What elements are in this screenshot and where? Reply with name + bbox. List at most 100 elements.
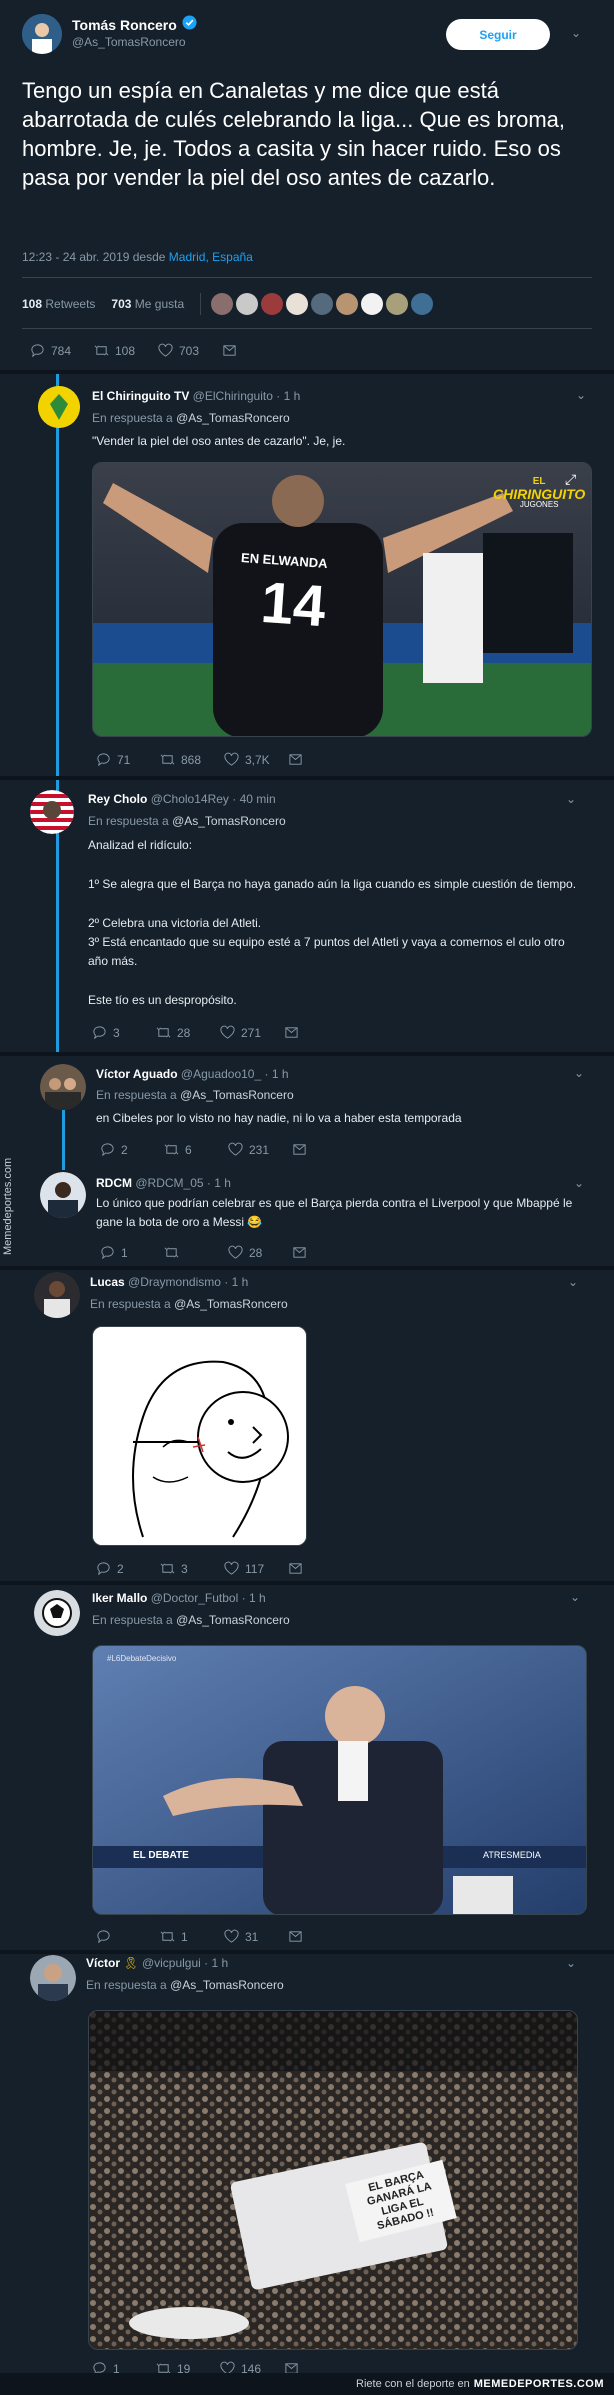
reply-handle[interactable]: @Doctor_Futbol [151, 1591, 239, 1605]
reply-name[interactable]: Iker Mallo [92, 1591, 147, 1605]
liker-avatars[interactable] [211, 293, 434, 315]
follow-button[interactable]: Seguir [446, 19, 550, 50]
footer-watermark: Riete con el deporte en MEMEDEPORTES.COM [0, 2373, 614, 2395]
chevron-down-icon[interactable]: ⌄ [576, 388, 586, 402]
reply-button[interactable]: 3 [92, 1025, 156, 1040]
reply-header: Víctor Aguado @Aguadoo10_ · 1 h [96, 1067, 289, 1081]
reply-handle[interactable]: @ElChiringuito [193, 389, 273, 403]
like-button[interactable]: 117 [224, 1561, 288, 1576]
reply-to-handle[interactable]: @As_TomasRoncero [170, 1978, 284, 1992]
reply-image-meme[interactable] [92, 1326, 307, 1546]
reply-time[interactable]: · 1 h [204, 1956, 228, 1970]
reply-name[interactable]: Víctor [86, 1956, 120, 1970]
retweet-button[interactable]: 28 [156, 1025, 220, 1040]
reply-name[interactable]: El Chiringuito TV [92, 389, 189, 403]
reply-to-handle[interactable]: @As_TomasRoncero [180, 1088, 294, 1102]
envelope-icon [289, 1563, 302, 1574]
like-button[interactable]: 31 [224, 1929, 288, 1944]
expand-icon[interactable]: ⤢ [565, 471, 583, 489]
like-button[interactable]: 28 [228, 1245, 292, 1260]
dm-button[interactable] [222, 343, 286, 358]
reply-button[interactable]: 2 [100, 1142, 164, 1157]
reply-image-debate[interactable]: #L6DebateDecisivo EL DEBATE ATRESMEDIA [92, 1645, 587, 1915]
reply-button[interactable]: 2 [96, 1561, 160, 1576]
chevron-down-icon[interactable]: ⌄ [566, 1956, 576, 1970]
reply-time[interactable]: · 1 h [265, 1067, 289, 1081]
main-handle[interactable]: @As_TomasRoncero [72, 35, 186, 49]
retweet-button[interactable]: 868 [160, 752, 224, 767]
reply-button[interactable] [96, 1929, 160, 1944]
reply-avatar[interactable] [34, 1272, 80, 1318]
dm-button[interactable] [288, 1561, 352, 1576]
reply-time[interactable]: · 40 min [232, 792, 275, 806]
reply-handle[interactable]: @Cholo14Rey [151, 792, 229, 806]
reply-handle[interactable]: @vicpulgui [142, 1956, 201, 1970]
dm-button[interactable] [292, 1245, 356, 1260]
main-name[interactable]: Tomás Roncero [72, 17, 177, 33]
dm-button[interactable] [292, 1142, 356, 1157]
reply-to-handle[interactable]: @As_TomasRoncero [174, 1297, 288, 1311]
retweets-stat[interactable]: 108 Retweets [22, 297, 95, 311]
chevron-down-icon[interactable]: ⌄ [571, 26, 581, 40]
reply-name[interactable]: Lucas [90, 1275, 125, 1289]
dm-button[interactable] [288, 752, 352, 767]
main-location[interactable]: Madrid, España [169, 250, 253, 264]
heart-icon [224, 1561, 239, 1575]
retweet-button[interactable] [164, 1245, 228, 1260]
reply-avatar[interactable] [40, 1064, 86, 1110]
chevron-down-icon[interactable]: ⌄ [568, 1275, 578, 1289]
reply-to-handle[interactable]: @As_TomasRoncero [176, 1613, 290, 1627]
reply-time[interactable]: · 1 h [242, 1591, 266, 1605]
reply-to-line: En respuesta a @As_TomasRoncero [92, 1613, 290, 1627]
retweet-icon [156, 1027, 171, 1038]
reply-handle[interactable]: @Aguadoo10_ [181, 1067, 261, 1081]
reply-avatar[interactable] [34, 1590, 80, 1636]
like-button[interactable]: 271 [220, 1025, 284, 1040]
reply-time[interactable]: · 1 h [276, 389, 300, 403]
reply-name[interactable]: RDCM [96, 1176, 132, 1190]
reply-to-handle[interactable]: @As_TomasRoncero [176, 411, 290, 425]
reply-name[interactable]: Víctor Aguado [96, 1067, 178, 1081]
retweet-button[interactable]: 108 [94, 343, 158, 358]
dm-button[interactable] [288, 1929, 352, 1944]
heart-icon [228, 1245, 243, 1259]
retweet-button[interactable]: 1 [160, 1929, 224, 1944]
chevron-down-icon[interactable]: ⌄ [566, 792, 576, 806]
like-button[interactable]: 3,7K [224, 752, 288, 767]
reply-to-line: En respuesta a @As_TomasRoncero [88, 814, 286, 828]
reply-handle[interactable]: @Draymondismo [128, 1275, 221, 1289]
reply-to-handle[interactable]: @As_TomasRoncero [172, 814, 286, 828]
reply-icon [97, 1930, 110, 1944]
divider [22, 277, 592, 278]
chevron-down-icon[interactable]: ⌄ [574, 1066, 584, 1080]
chevron-down-icon[interactable]: ⌄ [574, 1176, 584, 1190]
reply-handle[interactable]: @RDCM_05 [135, 1176, 203, 1190]
like-button[interactable]: 231 [228, 1142, 292, 1157]
reply-to-line: En respuesta a @As_TomasRoncero [90, 1297, 288, 1311]
reply-button[interactable]: 71 [96, 752, 160, 767]
reply-avatar[interactable] [30, 790, 74, 834]
reply-header: Iker Mallo @Doctor_Futbol · 1 h [92, 1591, 266, 1605]
reply-time[interactable]: · 1 h [224, 1275, 248, 1289]
chevron-down-icon[interactable]: ⌄ [570, 1590, 580, 1604]
verified-badge-icon [182, 15, 197, 35]
retweet-button[interactable]: 6 [164, 1142, 228, 1157]
reply-icon [101, 1143, 114, 1157]
main-avatar[interactable] [22, 14, 62, 54]
reply-button[interactable]: 1 [100, 1245, 164, 1260]
retweet-icon [160, 754, 175, 765]
retweet-button[interactable]: 3 [160, 1561, 224, 1576]
dm-button[interactable] [284, 1025, 348, 1040]
reply-actions: 1 28 [100, 1245, 356, 1260]
envelope-icon [223, 345, 236, 356]
reply-avatar[interactable] [30, 1955, 76, 2001]
reply-image-crowd[interactable]: EL BARÇA GANARÁ LA LIGA EL SÁBADO !! [88, 2010, 578, 2350]
reply-name[interactable]: Rey Cholo [88, 792, 147, 806]
reply-image[interactable]: EN ELWANDA 14 EL CHIRINGUITO JUGONES ⤢ [92, 462, 592, 737]
reply-avatar[interactable] [40, 1172, 86, 1218]
reply-time[interactable]: · 1 h [207, 1176, 231, 1190]
reply-button[interactable]: 784 [30, 343, 94, 358]
like-button[interactable]: 703 [158, 343, 222, 358]
reply-avatar[interactable] [38, 386, 80, 428]
likes-stat[interactable]: 703 Me gusta [111, 297, 184, 311]
